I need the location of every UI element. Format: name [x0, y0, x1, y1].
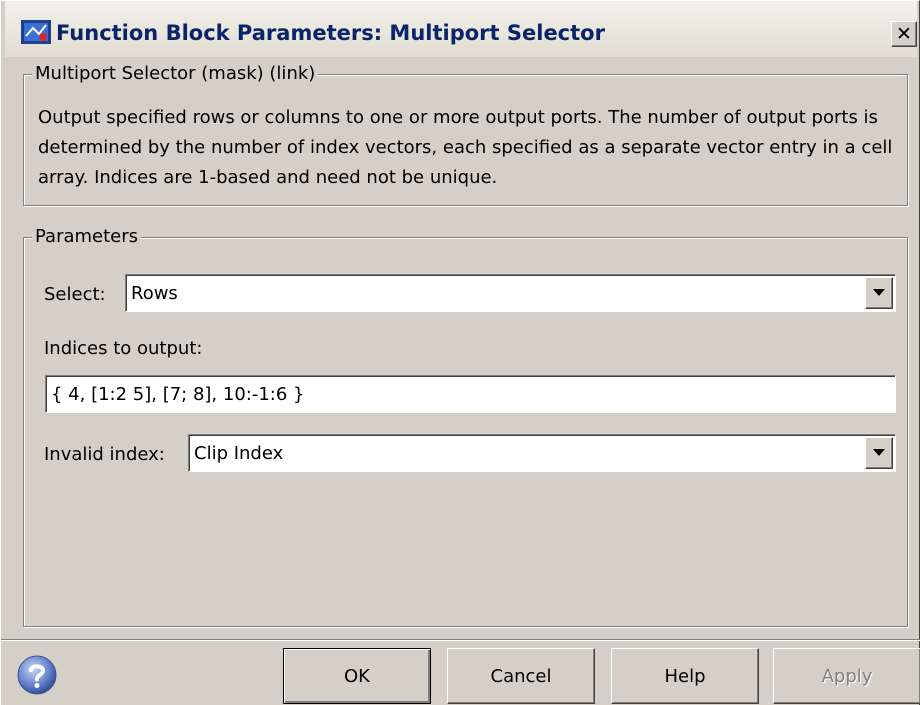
indices-input[interactable]: { 4, [1:2 5], [7; 8], 10:-1:6 }: [45, 375, 896, 413]
close-icon: ✕: [896, 22, 912, 45]
help-button[interactable]: Help: [611, 648, 759, 704]
select-value: Rows: [131, 282, 178, 304]
close-button[interactable]: ✕: [891, 21, 917, 47]
invalid-index-dropdown-arrow[interactable]: [865, 437, 893, 469]
block-description: Output specified rows or columns to one …: [38, 107, 893, 188]
select-dropdown-arrow[interactable]: [865, 277, 893, 309]
window-title: Function Block Parameters: Multiport Sel…: [56, 21, 605, 45]
cancel-button[interactable]: Cancel: [447, 648, 595, 704]
invalid-index-dropdown[interactable]: Clip Index: [188, 434, 896, 472]
title-bar[interactable]: Function Block Parameters: Multiport Sel…: [5, 1, 917, 57]
parameters-group: Parameters Select: Rows Indices to outpu…: [23, 224, 908, 627]
question-mark-icon[interactable]: [17, 655, 57, 695]
dialog-window: Function Block Parameters: Multiport Sel…: [0, 0, 920, 705]
apply-button[interactable]: Apply: [773, 648, 920, 704]
select-label: Select:: [44, 284, 106, 305]
select-dropdown[interactable]: Rows: [125, 274, 896, 312]
chevron-down-icon: [873, 449, 885, 456]
description-group: Multiport Selector (mask) (link) Output …: [23, 61, 908, 206]
invalid-index-label: Invalid index:: [44, 444, 165, 465]
description-group-legend: Multiport Selector (mask) (link): [32, 61, 319, 87]
simulink-block-icon: [21, 20, 51, 44]
chevron-down-icon: [873, 289, 885, 296]
indices-label: Indices to output:: [44, 338, 203, 359]
parameters-group-legend: Parameters: [32, 224, 142, 250]
ok-button[interactable]: OK: [283, 648, 431, 704]
invalid-index-value: Clip Index: [194, 442, 284, 464]
indices-value: { 4, [1:2 5], [7; 8], 10:-1:6 }: [51, 383, 305, 405]
button-row-divider: [1, 639, 920, 641]
